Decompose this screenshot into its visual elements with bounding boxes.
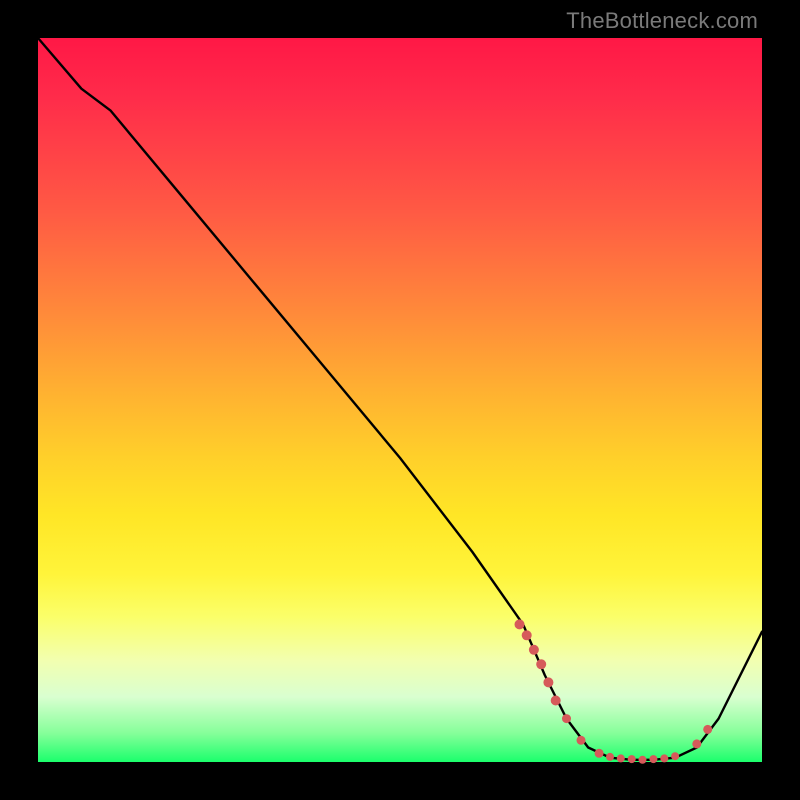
bottleneck-curve-line: [38, 38, 762, 760]
highlight-marker: [628, 755, 636, 763]
highlight-marker: [606, 753, 614, 761]
plot-area: [38, 38, 762, 762]
highlight-marker: [649, 755, 657, 763]
bottleneck-curve-svg: [38, 38, 762, 762]
highlight-marker: [515, 619, 525, 629]
highlight-markers: [515, 619, 713, 763]
highlight-marker: [671, 752, 679, 760]
highlight-marker: [551, 696, 561, 706]
highlight-marker: [543, 677, 553, 687]
highlight-marker: [617, 754, 625, 762]
highlight-marker: [536, 659, 546, 669]
highlight-marker: [692, 739, 701, 748]
highlight-marker: [577, 736, 586, 745]
highlight-marker: [562, 714, 571, 723]
highlight-marker: [529, 645, 539, 655]
chart-frame: TheBottleneck.com: [0, 0, 800, 800]
highlight-marker: [522, 630, 532, 640]
highlight-marker: [660, 754, 668, 762]
watermark-text: TheBottleneck.com: [566, 8, 758, 34]
highlight-marker: [703, 725, 712, 734]
highlight-marker: [639, 756, 647, 764]
highlight-marker: [595, 749, 604, 758]
